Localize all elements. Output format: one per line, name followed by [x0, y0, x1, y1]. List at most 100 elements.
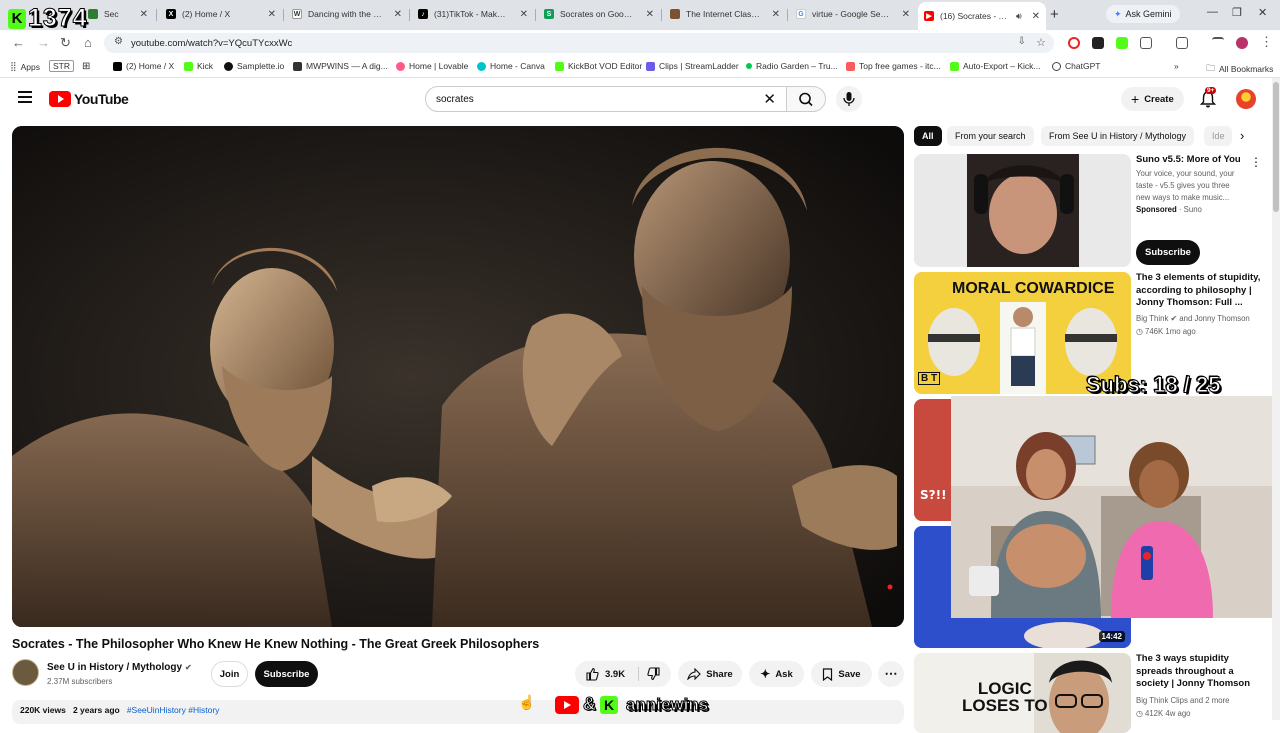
- close-icon[interactable]: ✕: [646, 9, 654, 20]
- channel-name[interactable]: See U in History / Mythology ✔: [47, 662, 192, 673]
- bookmark-label: STR: [53, 61, 70, 71]
- bookmark-itch[interactable]: Top free games - itc...: [846, 61, 941, 71]
- search-query[interactable]: socrates: [436, 94, 474, 105]
- chip-ideas[interactable]: Ide: [1204, 126, 1232, 146]
- page-scrollbar[interactable]: [1272, 78, 1280, 720]
- restore-icon[interactable]: ❐: [1232, 6, 1242, 19]
- search-input[interactable]: socrates ✕: [425, 86, 787, 112]
- browser-tab-4[interactable]: ♪ (31)TikTok - Make Your ✕: [412, 4, 534, 24]
- chip-from-your-search[interactable]: From your search: [947, 126, 1034, 146]
- install-icon[interactable]: ⇩: [1018, 36, 1026, 47]
- create-button[interactable]: + Create: [1121, 87, 1184, 111]
- window-close-icon[interactable]: ✕: [1258, 6, 1267, 19]
- bookmark-label: KickBot VOD Editor: [568, 61, 643, 71]
- search-button[interactable]: [786, 86, 826, 112]
- browser-tab-1[interactable]: Sec ✕: [82, 4, 154, 24]
- views-icon: ◷: [1136, 709, 1143, 718]
- profile-icon[interactable]: [1236, 37, 1248, 49]
- browser-tab-5[interactable]: S Socrates on Goodness ✕: [538, 4, 660, 24]
- ad-thumbnail[interactable]: [914, 154, 1131, 267]
- bookmark-auto-export[interactable]: Auto-Export – Kick...: [950, 61, 1040, 71]
- close-icon[interactable]: ✕: [902, 9, 910, 20]
- grid-icon[interactable]: ⊞: [82, 61, 90, 72]
- reload-icon[interactable]: ↻: [60, 35, 71, 51]
- minimize-icon[interactable]: —: [1207, 6, 1218, 18]
- ask-gemini-button[interactable]: ✦ Ask Gemini: [1106, 5, 1180, 23]
- description-box[interactable]: 220K views 2 years ago #SeeUinHistory #H…: [12, 700, 904, 724]
- more-vert-icon[interactable]: ⋮: [1250, 155, 1262, 169]
- browser-tab-3[interactable]: W Dancing with the Stars ✕: [286, 4, 408, 24]
- channel-name[interactable]: Big Think Clips: [1136, 696, 1188, 705]
- bookmark-star-icon[interactable]: ☆: [1036, 36, 1046, 49]
- close-icon[interactable]: ✕: [268, 9, 276, 20]
- back-icon[interactable]: ←: [12, 35, 25, 50]
- video-player[interactable]: [12, 126, 904, 627]
- close-icon[interactable]: ✕: [140, 9, 148, 20]
- account-avatar[interactable]: [1236, 89, 1256, 109]
- close-icon[interactable]: ✕: [772, 9, 780, 20]
- chip-all[interactable]: All: [914, 126, 942, 146]
- new-tab-icon[interactable]: +: [1050, 6, 1059, 23]
- media-controls-icon[interactable]: [1212, 37, 1224, 45]
- menu-icon[interactable]: [18, 91, 32, 103]
- bookmark-mwpwins[interactable]: MWPWINS — A dig...: [293, 61, 388, 71]
- site-info-icon[interactable]: ⚙: [114, 36, 123, 47]
- record-extension-icon[interactable]: [1068, 37, 1080, 49]
- forward-icon[interactable]: →: [37, 35, 50, 50]
- kick-extension-icon[interactable]: [1116, 37, 1128, 49]
- chip-from-channel[interactable]: From See U in History / Mythology: [1041, 126, 1195, 146]
- sidepanel-icon[interactable]: [1176, 37, 1188, 49]
- like-button[interactable]: 3.9K: [585, 667, 625, 681]
- share-button[interactable]: Share: [678, 661, 742, 687]
- chevron-right-icon[interactable]: »: [1174, 61, 1179, 71]
- channel-name[interactable]: Big Think: [1136, 314, 1168, 323]
- bookmark-lovable[interactable]: Home | Lovable: [396, 61, 468, 71]
- extension-icon[interactable]: [1092, 37, 1104, 49]
- browser-tab-6[interactable]: The Internet Classics A ✕: [664, 4, 786, 24]
- bookmark-label: All Bookmarks: [1219, 64, 1274, 74]
- bookmark-kick[interactable]: Kick: [184, 61, 213, 71]
- chevron-right-icon[interactable]: ›: [1240, 128, 1244, 143]
- hashtags[interactable]: #SeeUinHistory #History: [127, 705, 220, 715]
- ad-subscribe-button[interactable]: Subscribe: [1136, 240, 1200, 265]
- more-icon[interactable]: ⋮: [1260, 34, 1273, 50]
- close-icon[interactable]: ✕: [1032, 11, 1040, 22]
- browser-tab-2[interactable]: X (2) Home / X ✕: [160, 4, 282, 24]
- browser-tab-7[interactable]: G virtue - Google Search ✕: [790, 4, 916, 24]
- scrollbar-thumb[interactable]: [1273, 82, 1279, 212]
- dislike-button[interactable]: [647, 667, 661, 684]
- bookmark-canva[interactable]: Home - Canva: [477, 61, 545, 71]
- url-text[interactable]: youtube.com/watch?v=YQcuTYcxxWc: [131, 38, 292, 49]
- bookmark-samplette[interactable]: Samplette.io: [224, 61, 284, 71]
- bookmark-str[interactable]: STR: [49, 60, 74, 72]
- close-icon[interactable]: ✕: [520, 9, 528, 20]
- channel-avatar[interactable]: [12, 659, 39, 686]
- clear-search-icon[interactable]: ✕: [763, 90, 776, 108]
- youtube-logo[interactable]: YouTube: [49, 91, 129, 107]
- puzzle-icon[interactable]: [1140, 37, 1152, 49]
- video-thumbnail[interactable]: LOGIC LOSES TO: [914, 653, 1131, 733]
- omnibox[interactable]: ⚙ youtube.com/watch?v=YQcuTYcxxWc ⇩ ☆: [104, 33, 1054, 53]
- ad-title[interactable]: Suno v5.5: More of You: [1136, 154, 1254, 167]
- streamer-handle: anniewins: [625, 694, 709, 714]
- bookmark-streamladder[interactable]: Clips | StreamLadder: [646, 61, 739, 71]
- notifications-button[interactable]: 9+: [1199, 87, 1217, 113]
- browser-tab-active[interactable]: ▶ (16) Socrates - The 🔊︎ ✕: [918, 2, 1046, 30]
- ask-button[interactable]: ✦ Ask: [749, 661, 804, 687]
- video-title[interactable]: The 3 ways stupidity spreads throughout …: [1136, 653, 1264, 691]
- save-button[interactable]: Save: [811, 661, 872, 687]
- subscribe-button[interactable]: Subscribe: [255, 661, 318, 687]
- bookmark-chatgpt[interactable]: ChatGPT: [1052, 61, 1100, 71]
- all-bookmarks[interactable]: 🗀 All Bookmarks: [1206, 61, 1273, 77]
- close-icon[interactable]: ✕: [394, 9, 402, 20]
- video-title[interactable]: The 3 elements of stupidity, according t…: [1136, 272, 1264, 310]
- join-button[interactable]: Join: [211, 661, 248, 687]
- home-icon[interactable]: ⌂: [84, 35, 92, 50]
- bookmark-x[interactable]: (2) Home / X: [113, 61, 174, 71]
- more-actions-icon[interactable]: ⋯: [878, 661, 904, 687]
- speaker-icon[interactable]: 🔊︎: [1016, 11, 1022, 22]
- bookmark-apps[interactable]: ⣿ Apps: [10, 61, 40, 72]
- voice-search-button[interactable]: [836, 86, 862, 112]
- bookmark-radio-garden[interactable]: Radio Garden – Tru...: [746, 61, 838, 71]
- bookmark-kickbot[interactable]: KickBot VOD Editor: [555, 61, 642, 71]
